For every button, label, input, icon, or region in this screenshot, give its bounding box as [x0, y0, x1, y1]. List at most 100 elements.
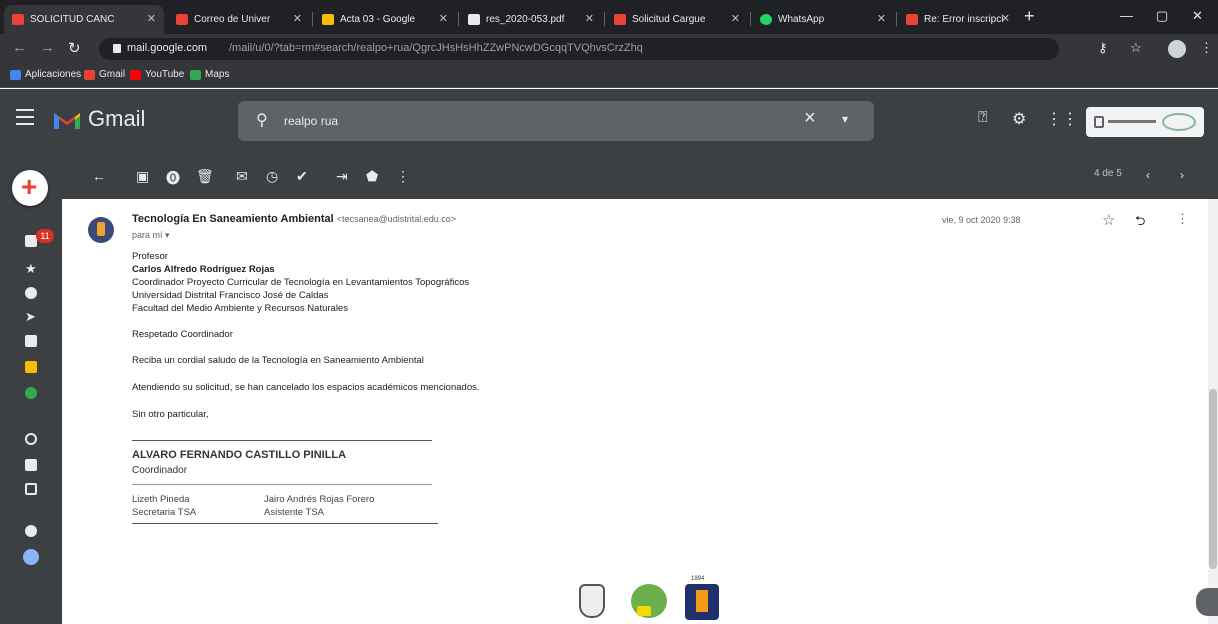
reply-icon[interactable]: ⮌: [1135, 212, 1145, 234]
bookmark-youtube[interactable]: YouTube: [130, 69, 184, 80]
snooze-icon[interactable]: ◷: [266, 168, 278, 185]
browser-tab-6[interactable]: WhatsApp ✕: [752, 5, 894, 34]
label-green-icon[interactable]: [25, 387, 37, 399]
minimize-icon[interactable]: —: [1120, 8, 1133, 23]
more-options-icon[interactable]: ⋮: [1176, 211, 1189, 227]
hangouts-icon[interactable]: [25, 525, 37, 537]
scrollbar-thumb[interactable]: [1209, 389, 1217, 569]
video-icon[interactable]: [25, 459, 37, 471]
support-icon[interactable]: ⍰: [978, 109, 988, 127]
message-view: Tecnología En Saneamiento Ambiental <tec…: [62, 199, 1208, 624]
add-to-tasks-icon[interactable]: ✔: [296, 168, 308, 185]
unread-badge: 11: [36, 229, 54, 243]
bookmarks-bar: Aplicaciones Gmail YouTube Maps: [0, 64, 1218, 88]
tab-separator: [312, 12, 313, 26]
delete-icon[interactable]: 🗑: [196, 168, 214, 185]
tab-title: res_2020-053.pdf: [486, 14, 565, 25]
mark-unread-icon[interactable]: ✉: [236, 168, 248, 185]
university-crest-logo: [579, 584, 605, 618]
close-tab-icon[interactable]: ✕: [731, 5, 740, 34]
clear-search-icon[interactable]: ×: [804, 107, 816, 130]
staff1-role: Secretaria TSA: [132, 507, 197, 518]
browser-tab-1[interactable]: SOLICITUD CANC ✕: [4, 5, 164, 34]
star-icon[interactable]: ☆: [1102, 211, 1115, 229]
greeting-title: Profesor: [132, 251, 168, 262]
whatsapp-favicon-icon: [760, 14, 772, 25]
drafts-icon[interactable]: [25, 335, 37, 347]
sent-icon[interactable]: ➤: [25, 310, 37, 323]
close-window-icon[interactable]: ✕: [1192, 8, 1203, 24]
browser-tab-7[interactable]: Re: Error inscripci ✕: [898, 5, 1018, 34]
side-panel-toggle[interactable]: [1196, 588, 1218, 616]
new-tab-icon[interactable]: +: [1024, 6, 1035, 27]
compose-button[interactable]: +: [12, 170, 48, 206]
gmail-favicon-icon: [176, 14, 188, 25]
apps-grid-icon[interactable]: ⋮⋮: [1046, 109, 1078, 129]
move-to-icon[interactable]: ⇥: [336, 168, 348, 185]
bookmark-apps[interactable]: Aplicaciones: [10, 69, 81, 80]
label-yellow-icon[interactable]: [25, 361, 37, 373]
user-avatar[interactable]: [23, 549, 39, 565]
snoozed-icon[interactable]: [25, 287, 37, 299]
meet-icon[interactable]: [25, 433, 37, 445]
search-icon[interactable]: ⚲: [256, 110, 268, 130]
gmail-icon: [84, 70, 95, 80]
browser-menu-icon[interactable]: ⋮: [1200, 40, 1213, 56]
browser-toolbar: ← → ↻ mail.google.com /mail/u/0/?tab=rm#…: [0, 34, 1218, 64]
divider: [132, 523, 438, 524]
archive-icon[interactable]: ▣: [136, 168, 149, 185]
scrollbar[interactable]: [1208, 199, 1218, 624]
maximize-icon[interactable]: ▢: [1156, 8, 1168, 24]
tab-title: Acta 03 - Google: [340, 14, 416, 25]
key-icon[interactable]: ⚷: [1098, 40, 1108, 56]
back-icon[interactable]: ←: [12, 39, 27, 56]
divider: [132, 484, 432, 485]
older-icon[interactable]: ›: [1180, 168, 1184, 182]
labels-icon[interactable]: ⬟: [366, 168, 378, 185]
starred-icon[interactable]: ★: [25, 262, 37, 275]
gmail-favicon-icon: [614, 14, 626, 25]
browser-tab-2[interactable]: Correo de Univer ✕: [168, 5, 310, 34]
browser-tab-5[interactable]: Solicitud Cargue ✕: [606, 5, 748, 34]
gmail-header: Gmail ⚲ × ▾ ⍰ ⚙ ⋮⋮: [0, 89, 1218, 153]
main-menu-icon[interactable]: [16, 109, 34, 125]
apps-grid-icon: [10, 70, 21, 80]
newer-icon[interactable]: ‹: [1146, 168, 1150, 182]
forward-icon[interactable]: →: [40, 39, 55, 56]
report-spam-icon[interactable]: ⓿: [166, 168, 180, 188]
browser-tab-4[interactable]: res_2020-053.pdf ✕: [460, 5, 602, 34]
bookmark-label: Aplicaciones: [25, 69, 82, 80]
search-input[interactable]: [284, 111, 784, 131]
university: Universidad Distrital Francisco José de …: [132, 290, 329, 301]
logo-caption: 1994: [691, 576, 705, 582]
close-tab-icon[interactable]: ✕: [877, 5, 886, 34]
profile-avatar[interactable]: [1168, 40, 1186, 58]
tab-separator: [604, 12, 605, 26]
tab-title: Correo de Univer: [194, 14, 271, 25]
close-tab-icon[interactable]: ✕: [1001, 5, 1010, 34]
organization-account-logo[interactable]: [1086, 107, 1204, 137]
bookmark-maps[interactable]: Maps: [190, 69, 229, 80]
address-bar[interactable]: mail.google.com /mail/u/0/?tab=rm#search…: [99, 38, 1059, 60]
settings-gear-icon[interactable]: ⚙: [1012, 109, 1026, 129]
browser-tab-3[interactable]: Acta 03 - Google ✕: [314, 5, 456, 34]
close-tab-icon[interactable]: ✕: [293, 5, 302, 34]
gmail-favicon-icon: [906, 14, 918, 25]
bookmark-star-icon[interactable]: ☆: [1130, 40, 1142, 56]
institution-logos: 1994: [579, 576, 749, 624]
gmail-logo-text: Gmail: [88, 106, 146, 131]
more-actions-icon[interactable]: ⋮: [396, 168, 410, 185]
close-tab-icon[interactable]: ✕: [585, 5, 594, 34]
chevron-down-icon: ▾: [165, 230, 170, 240]
pagination-count: 4 de 5: [1094, 168, 1122, 179]
bookmark-gmail[interactable]: Gmail: [84, 69, 125, 80]
calendar-icon[interactable]: [25, 483, 37, 495]
close-tab-icon[interactable]: ✕: [147, 5, 156, 34]
close-tab-icon[interactable]: ✕: [439, 5, 448, 34]
tab-title: WhatsApp: [778, 14, 825, 25]
search-options-icon[interactable]: ▾: [842, 112, 848, 126]
recipient-dropdown[interactable]: para mí ▾: [132, 230, 170, 241]
back-to-list-icon[interactable]: ←: [92, 168, 106, 184]
paragraph-1: Reciba un cordial saludo de la Tecnologí…: [132, 355, 424, 366]
reload-icon[interactable]: ↻: [68, 39, 81, 57]
